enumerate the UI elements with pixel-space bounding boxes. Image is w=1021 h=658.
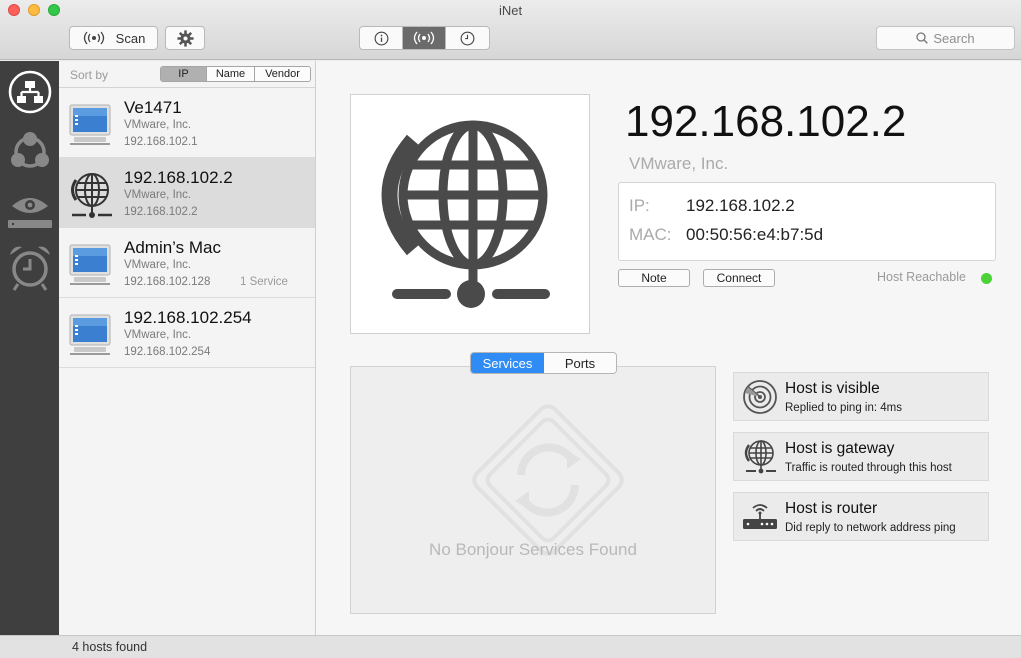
sidebar-item-monitor[interactable] bbox=[4, 181, 55, 237]
host-title: 192.168.102.2 bbox=[625, 97, 907, 146]
gear-icon bbox=[176, 29, 194, 47]
sidebar-item-network[interactable] bbox=[4, 64, 55, 120]
host-name: Admin’s Mac bbox=[124, 238, 221, 257]
router-icon bbox=[743, 504, 777, 529]
tab-ports[interactable]: Ports bbox=[544, 353, 616, 373]
radar-icon bbox=[743, 380, 777, 414]
reachability-label: Host Reachable bbox=[877, 270, 966, 284]
sidebar bbox=[0, 61, 59, 635]
connect-button[interactable]: Connect bbox=[703, 269, 775, 287]
scan-button[interactable]: Scan bbox=[69, 26, 158, 50]
detail-tabs: Services Ports bbox=[470, 352, 617, 374]
search-icon bbox=[916, 32, 929, 44]
info-view-button[interactable] bbox=[360, 27, 403, 49]
host-ip: 192.168.102.128 bbox=[124, 276, 211, 288]
toolbar: iNet Scan Search bbox=[0, 0, 1021, 60]
status-card-visible: Host is visible Replied to ping in: 4ms bbox=[733, 372, 989, 421]
globe-icon bbox=[381, 120, 550, 308]
status-description: Did reply to network address ping bbox=[785, 522, 956, 534]
host-name: Ve1471 bbox=[124, 98, 182, 117]
host-vendor: VMware, Inc. bbox=[629, 154, 729, 173]
host-detail: 192.168.102.2 VMware, Inc. IP: 192.168.10… bbox=[316, 61, 1021, 635]
computer-icon bbox=[69, 244, 111, 285]
history-view-button[interactable] bbox=[446, 27, 489, 49]
info-icon bbox=[374, 31, 388, 45]
ip-label: IP: bbox=[629, 196, 650, 215]
globe-icon bbox=[71, 173, 112, 218]
mac-label: MAC: bbox=[629, 225, 672, 244]
computer-icon bbox=[69, 104, 111, 145]
status-title: Host is router bbox=[785, 500, 878, 517]
host-name: 192.168.102.2 bbox=[124, 168, 233, 187]
alarm-clock-icon bbox=[9, 246, 50, 291]
globe-icon bbox=[744, 440, 776, 474]
host-list: Sort by IP Name Vendor Ve1471 VMware, In… bbox=[59, 61, 316, 635]
mac-value: 00:50:56:e4:b7:5d bbox=[686, 225, 824, 244]
ip-value: 192.168.102.2 bbox=[686, 196, 795, 215]
sort-by-vendor-button[interactable]: Vendor bbox=[255, 67, 310, 81]
sort-by-ip-button[interactable]: IP bbox=[161, 67, 207, 81]
status-bar: 4 hosts found bbox=[0, 635, 1021, 658]
window-title: iNet bbox=[498, 3, 523, 18]
host-info-box: IP: 192.168.102.2 MAC: 00:50:56:e4:b7:5d bbox=[618, 182, 996, 261]
broadcast-icon bbox=[413, 31, 435, 45]
status-title: Host is gateway bbox=[785, 440, 895, 457]
status-card-router: Host is router Did reply to network addr… bbox=[733, 492, 989, 541]
host-ip: 192.168.102.2 bbox=[124, 206, 198, 218]
host-row[interactable]: Ve1471 VMware, Inc. 192.168.102.1 bbox=[59, 88, 315, 158]
host-vendor: VMware, Inc. bbox=[124, 189, 192, 201]
search-placeholder: Search bbox=[933, 30, 975, 46]
host-vendor: VMware, Inc. bbox=[124, 329, 192, 341]
status-title: Host is visible bbox=[785, 380, 880, 397]
ip-row: IP: 192.168.102.2 bbox=[629, 196, 795, 216]
network-view-button[interactable] bbox=[403, 27, 446, 49]
broadcast-icon bbox=[83, 31, 104, 45]
sort-segment: IP Name Vendor bbox=[160, 66, 311, 82]
note-button[interactable]: Note bbox=[618, 269, 690, 287]
sort-label: Sort by bbox=[70, 68, 109, 82]
host-ip: 192.168.102.254 bbox=[124, 346, 211, 358]
reachability-indicator bbox=[981, 273, 992, 284]
mac-row: MAC: 00:50:56:e4:b7:5d bbox=[629, 225, 823, 245]
host-vendor: VMware, Inc. bbox=[124, 119, 192, 131]
computer-icon bbox=[69, 314, 111, 355]
host-ip: 192.168.102.1 bbox=[124, 136, 198, 148]
host-service-count: 1 Service bbox=[240, 276, 288, 288]
host-icon-panel bbox=[350, 94, 590, 334]
host-row[interactable]: 192.168.102.2 VMware, Inc. 192.168.102.2 bbox=[59, 158, 315, 228]
view-mode-segment bbox=[359, 26, 490, 50]
host-row[interactable]: 192.168.102.254 VMware, Inc. 192.168.102… bbox=[59, 298, 315, 368]
host-vendor: VMware, Inc. bbox=[124, 259, 192, 271]
sort-by-name-button[interactable]: Name bbox=[207, 67, 255, 81]
status-card-gateway: Host is gateway Traffic is routed throug… bbox=[733, 432, 989, 481]
host-row[interactable]: Admin’s Mac VMware, Inc. 192.168.102.128… bbox=[59, 228, 315, 298]
host-name: 192.168.102.254 bbox=[124, 308, 252, 327]
empty-services-message: No Bonjour Services Found bbox=[429, 540, 637, 559]
scan-label: Scan bbox=[115, 30, 146, 46]
settings-button[interactable] bbox=[165, 26, 205, 50]
status-description: Traffic is routed through this host bbox=[785, 462, 952, 474]
network-icon bbox=[8, 70, 51, 114]
status-description: Replied to ping in: 4ms bbox=[785, 402, 902, 414]
eye-icon bbox=[7, 198, 52, 228]
sort-bar: Sort by IP Name Vendor bbox=[59, 61, 315, 88]
hosts-found-count: 4 hosts found bbox=[72, 640, 148, 654]
sidebar-item-bonjour[interactable] bbox=[4, 124, 55, 180]
tab-services[interactable]: Services bbox=[471, 353, 544, 373]
services-panel: No Bonjour Services Found bbox=[350, 366, 716, 614]
clock-icon bbox=[460, 31, 475, 45]
sidebar-item-alarm[interactable] bbox=[4, 239, 55, 295]
bonjour-icon bbox=[10, 132, 49, 168]
search-field[interactable]: Search bbox=[876, 26, 1015, 50]
